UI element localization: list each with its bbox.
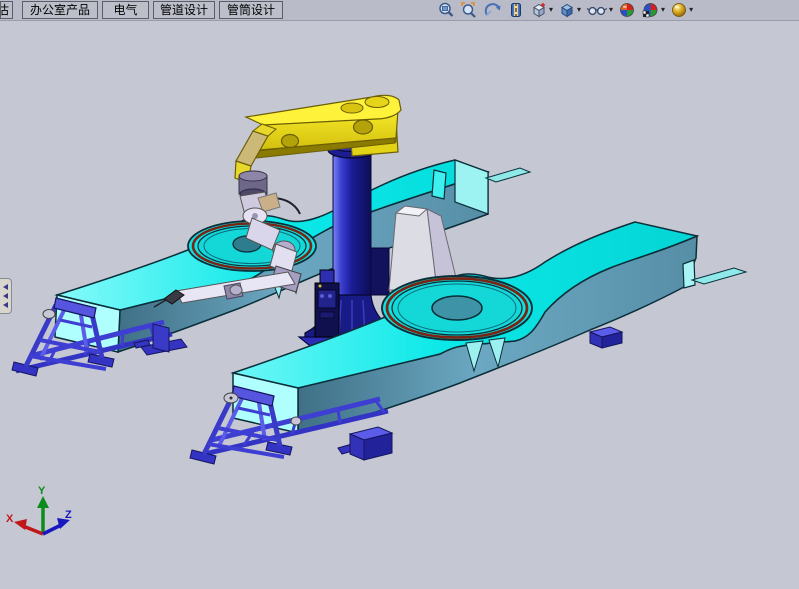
hide-show-items-button[interactable]: ▾ <box>585 1 614 19</box>
edit-appearance-button[interactable]: ▾ <box>640 1 666 19</box>
column-shaft[interactable] <box>333 156 371 300</box>
z-axis-label: Z <box>65 509 72 521</box>
rear-navy-block[interactable] <box>371 248 389 295</box>
tab-tubing-design[interactable]: 管筒设计 <box>219 1 283 19</box>
display-style-button[interactable]: ▾ <box>557 1 582 19</box>
dropdown-arrow-icon[interactable]: ▾ <box>609 6 613 14</box>
3d-drawing-view-icon <box>507 1 525 19</box>
collapse-left-arrow-icon <box>3 293 8 299</box>
apply-scene-button[interactable] <box>617 1 637 19</box>
view-settings-icon <box>670 1 688 19</box>
rotate-view-icon <box>483 1 502 19</box>
dropdown-arrow-icon[interactable]: ▾ <box>661 6 665 14</box>
display-style-icon <box>558 1 576 19</box>
pivot-disc <box>291 417 301 425</box>
x-axis-label: X <box>6 513 14 525</box>
apply-scene-icon <box>618 1 636 19</box>
collapse-left-arrow-icon <box>3 302 8 308</box>
boom-side-hole <box>282 135 299 148</box>
y-axis-label: Y <box>38 485 46 497</box>
tab-office-products[interactable]: 办公室产品 <box>22 1 98 19</box>
dropdown-arrow-icon[interactable]: ▾ <box>549 6 553 14</box>
zoom-to-fit-button[interactable] <box>436 1 456 19</box>
3d-drawing-view-button[interactable] <box>506 1 526 19</box>
view-heads-up-toolbar: ▾ ▾ ▾ <box>436 0 694 20</box>
view-orientation-button[interactable]: ▾ <box>529 1 554 19</box>
command-manager-bar: 估 办公室产品 电气 管道设计 管筒设计 <box>0 0 799 21</box>
cad-application-window: Y X Z 估 办公室产品 电气 管道设计 管筒设计 <box>0 0 799 589</box>
boom-side-hole <box>354 120 373 134</box>
beam-rear-vertical-fin[interactable] <box>432 170 446 199</box>
view-settings-button[interactable]: ▾ <box>669 1 694 19</box>
edit-appearance-icon <box>641 1 660 19</box>
ring-front-center-hole[interactable] <box>432 296 482 320</box>
tab-piping-design[interactable]: 管道设计 <box>153 1 215 19</box>
ring-seat-front[interactable] <box>382 276 532 340</box>
rotate-view-button[interactable] <box>482 1 503 19</box>
tab-electrical[interactable]: 电气 <box>102 1 149 19</box>
dropdown-arrow-icon[interactable]: ▾ <box>689 6 693 14</box>
eyeglasses-icon <box>586 1 608 19</box>
zoom-to-area-button[interactable] <box>459 1 479 19</box>
counterweight-hole <box>341 103 363 113</box>
zoom-to-fit-icon <box>437 1 455 19</box>
beam-front-right-end-face[interactable] <box>683 260 695 288</box>
command-tabs: 估 办公室产品 电气 管道设计 管筒设计 <box>0 0 287 20</box>
counterweight-hole <box>365 97 389 108</box>
dropdown-arrow-icon[interactable]: ▾ <box>577 6 581 14</box>
collapse-left-arrow-icon <box>3 284 8 290</box>
tab-partial[interactable]: 估 <box>0 1 13 19</box>
3d-viewport[interactable]: Y X Z <box>0 0 799 589</box>
zoom-to-area-icon <box>460 1 478 19</box>
view-orientation-icon <box>530 1 548 19</box>
pivot-disc <box>43 310 55 319</box>
panel-splitter-handle[interactable] <box>0 278 12 314</box>
